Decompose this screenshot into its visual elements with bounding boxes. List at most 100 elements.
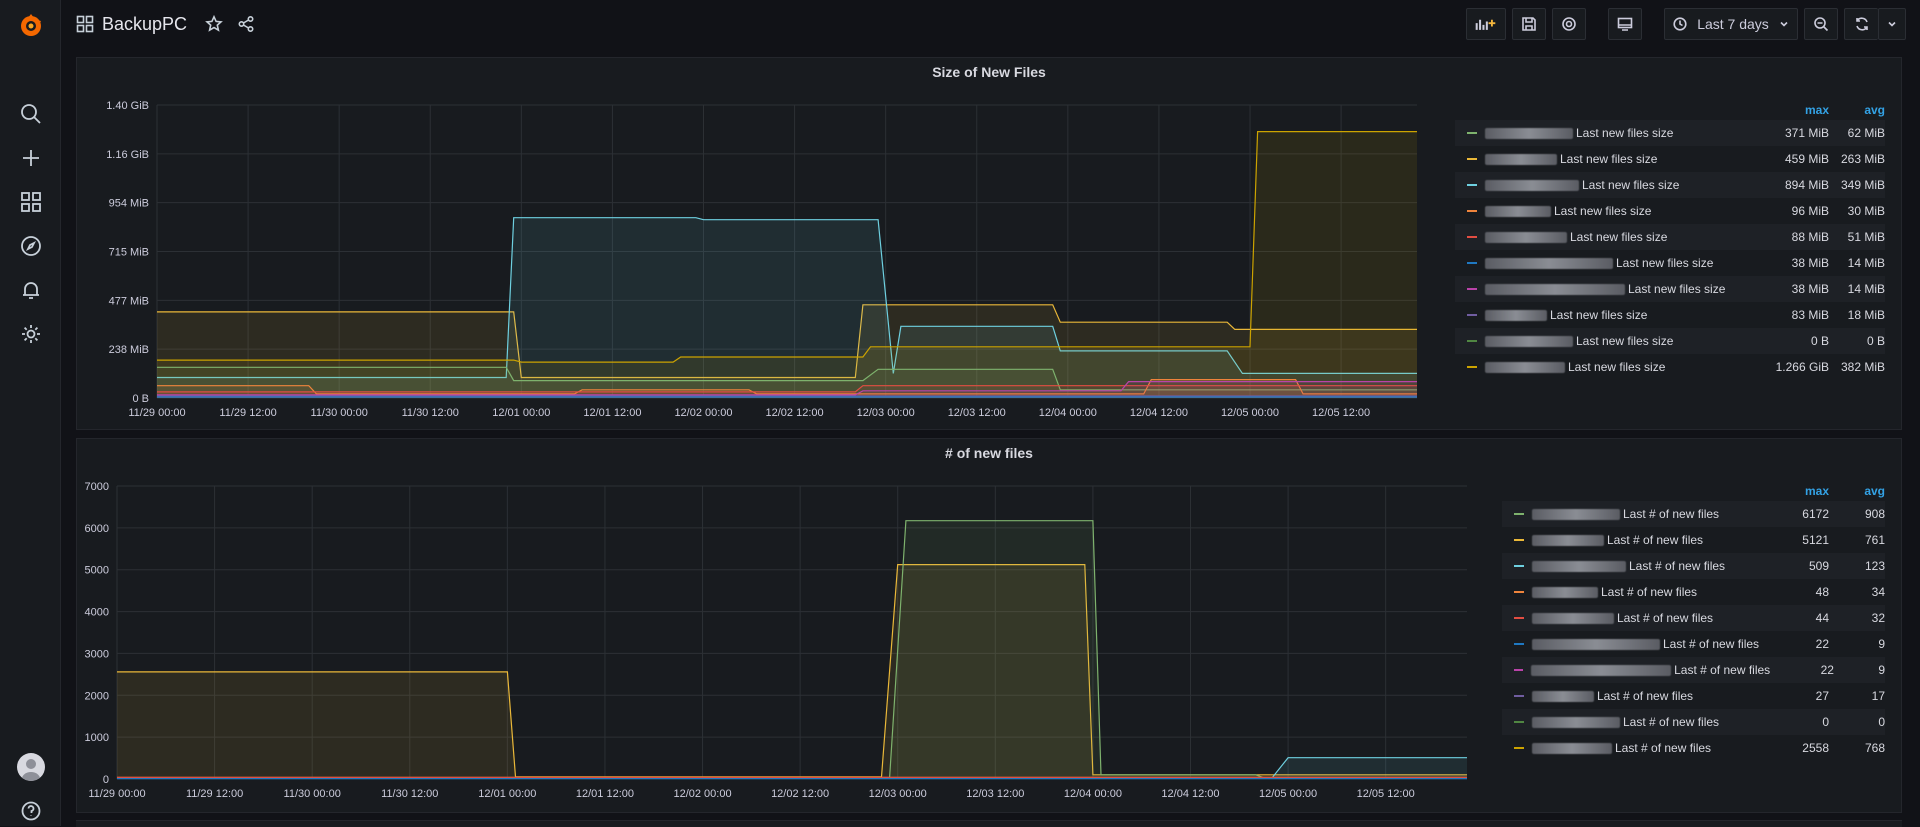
chevron-down-icon <box>1779 19 1789 29</box>
legend-series-name[interactable]: Last new files size <box>1485 126 1759 140</box>
sidebar-nav <box>0 0 61 826</box>
legend-header-avg[interactable]: avg <box>1829 484 1885 498</box>
legend-series-name[interactable]: Last # of new files <box>1532 507 1759 521</box>
legend-max-value: 2558 <box>1759 741 1829 755</box>
size-of-new-files-chart[interactable]: 0 B238 MiB477 MiB715 MiB954 MiB1.16 GiB1… <box>77 58 1437 431</box>
y-tick-label: 954 MiB <box>109 198 149 210</box>
legend-item[interactable]: Last # of new files2558768 <box>1502 735 1885 761</box>
legend-max-value: 0 <box>1759 715 1829 729</box>
legend-item[interactable]: Last # of new files6172908 <box>1502 501 1885 527</box>
legend-item[interactable]: Last new files size894 MiB349 MiB <box>1455 172 1885 198</box>
save-dashboard-button[interactable] <box>1512 8 1546 40</box>
legend-series-name[interactable]: Last new files size <box>1485 230 1759 244</box>
legend-header-max[interactable]: max <box>1759 484 1829 498</box>
star-icon[interactable] <box>205 15 223 33</box>
legend-item[interactable]: Last new files size1.266 GiB382 MiB <box>1455 354 1885 380</box>
tv-mode-icon <box>1617 16 1633 32</box>
legend-item[interactable]: Last new files size96 MiB30 MiB <box>1455 198 1885 224</box>
refresh-interval-dropdown[interactable] <box>1878 8 1906 40</box>
search-icon[interactable] <box>18 101 44 127</box>
legend-item[interactable]: Last new files size459 MiB263 MiB <box>1455 146 1885 172</box>
profile-avatar-icon[interactable] <box>17 753 45 781</box>
number-of-new-files-chart[interactable]: 0100020003000400050006000700011/29 00:00… <box>77 439 1487 814</box>
legend-series-name[interactable]: Last # of new files <box>1532 533 1759 547</box>
legend-series-suffix: Last # of new files <box>1674 663 1770 677</box>
legend-item[interactable]: Last new files size38 MiB14 MiB <box>1455 276 1885 302</box>
legend-item[interactable]: Last # of new files00 <box>1502 709 1885 735</box>
time-range-picker[interactable]: Last 7 days <box>1664 8 1798 40</box>
x-tick-label: 12/05 00:00 <box>1259 788 1317 800</box>
alerting-icon[interactable] <box>18 277 44 303</box>
legend-series-name[interactable]: Last new files size <box>1485 152 1759 166</box>
legend-item[interactable]: Last new files size371 MiB62 MiB <box>1455 120 1885 146</box>
x-tick-label: 12/02 00:00 <box>673 788 731 800</box>
legend-series-name[interactable]: Last # of new files <box>1532 637 1759 651</box>
legend-series-name[interactable]: Last # of new files <box>1532 689 1759 703</box>
legend-series-name[interactable]: Last new files size <box>1485 360 1759 374</box>
share-icon[interactable] <box>237 15 255 33</box>
legend-avg-value: 123 <box>1829 559 1885 573</box>
dashboard-settings-button[interactable] <box>1552 8 1586 40</box>
legend-item[interactable]: Last # of new files5121761 <box>1502 527 1885 553</box>
legend-max-value: 38 MiB <box>1759 256 1829 270</box>
legend-item[interactable]: Last new files size38 MiB14 MiB <box>1455 250 1885 276</box>
legend-max-value: 894 MiB <box>1759 178 1829 192</box>
explore-icon[interactable] <box>18 233 44 259</box>
legend-avg-value: 32 <box>1829 611 1885 625</box>
x-tick-label: 12/01 00:00 <box>492 407 550 419</box>
legend-series-name[interactable]: Last # of new files <box>1532 715 1759 729</box>
legend-series-name[interactable]: Last new files size <box>1485 256 1759 270</box>
legend-series-name[interactable]: Last new files size <box>1485 282 1759 296</box>
legend-header-avg[interactable]: avg <box>1829 103 1885 117</box>
legend-item[interactable]: Last # of new files509123 <box>1502 553 1885 579</box>
zoom-out-button[interactable] <box>1804 8 1838 40</box>
legend-item[interactable]: Last # of new files2717 <box>1502 683 1885 709</box>
redacted-hostname <box>1485 180 1579 191</box>
tv-mode-button[interactable] <box>1608 8 1642 40</box>
legend-color-swatch <box>1514 747 1524 749</box>
legend-series-suffix: Last new files size <box>1576 334 1673 348</box>
legend-series-name[interactable]: Last new files size <box>1485 334 1759 348</box>
legend-series-name[interactable]: Last new files size <box>1485 308 1759 322</box>
legend-series-suffix: Last # of new files <box>1597 689 1693 703</box>
legend-series-name[interactable]: Last # of new files <box>1531 663 1770 677</box>
legend-item[interactable]: Last new files size0 B0 B <box>1455 328 1885 354</box>
redacted-hostname <box>1532 639 1660 650</box>
y-tick-label: 5000 <box>85 565 109 577</box>
zoom-out-icon <box>1813 16 1829 32</box>
help-icon[interactable] <box>18 798 44 824</box>
refresh-button[interactable] <box>1844 8 1878 40</box>
legend-series-name[interactable]: Last new files size <box>1485 178 1759 192</box>
legend-max-value: 27 <box>1759 689 1829 703</box>
redacted-hostname <box>1532 613 1614 624</box>
legend-color-swatch <box>1514 721 1524 723</box>
legend-series-name[interactable]: Last # of new files <box>1532 559 1759 573</box>
legend-header-max[interactable]: max <box>1759 103 1829 117</box>
x-tick-label: 12/01 12:00 <box>576 788 634 800</box>
legend-avg-value: 382 MiB <box>1829 360 1885 374</box>
legend-series-suffix: Last new files size <box>1576 126 1673 140</box>
plus-icon[interactable] <box>18 145 44 171</box>
legend-header: maxavg <box>1455 100 1885 120</box>
chart-legend: maxavgLast new files size371 MiB62 MiBLa… <box>1455 100 1885 380</box>
legend-series-name[interactable]: Last # of new files <box>1532 585 1759 599</box>
legend-item[interactable]: Last # of new files229 <box>1502 631 1885 657</box>
legend-color-swatch <box>1467 210 1477 212</box>
legend-item[interactable]: Last # of new files4834 <box>1502 579 1885 605</box>
legend-series-name[interactable]: Last new files size <box>1485 204 1759 218</box>
grafana-logo-icon[interactable] <box>16 10 46 40</box>
x-tick-label: 12/04 00:00 <box>1039 407 1097 419</box>
legend-color-swatch <box>1467 262 1477 264</box>
legend-item[interactable]: Last new files size83 MiB18 MiB <box>1455 302 1885 328</box>
y-tick-label: 3000 <box>85 648 109 660</box>
legend-item[interactable]: Last # of new files229 <box>1502 657 1885 683</box>
legend-series-suffix: Last new files size <box>1570 230 1667 244</box>
legend-series-name[interactable]: Last # of new files <box>1532 611 1759 625</box>
dashboards-icon[interactable] <box>18 189 44 215</box>
legend-item[interactable]: Last # of new files4432 <box>1502 605 1885 631</box>
legend-series-name[interactable]: Last # of new files <box>1532 741 1759 755</box>
configuration-icon[interactable] <box>18 321 44 347</box>
dashboard-title[interactable]: BackupPC <box>102 14 187 35</box>
add-panel-button[interactable] <box>1466 8 1506 40</box>
legend-item[interactable]: Last new files size88 MiB51 MiB <box>1455 224 1885 250</box>
